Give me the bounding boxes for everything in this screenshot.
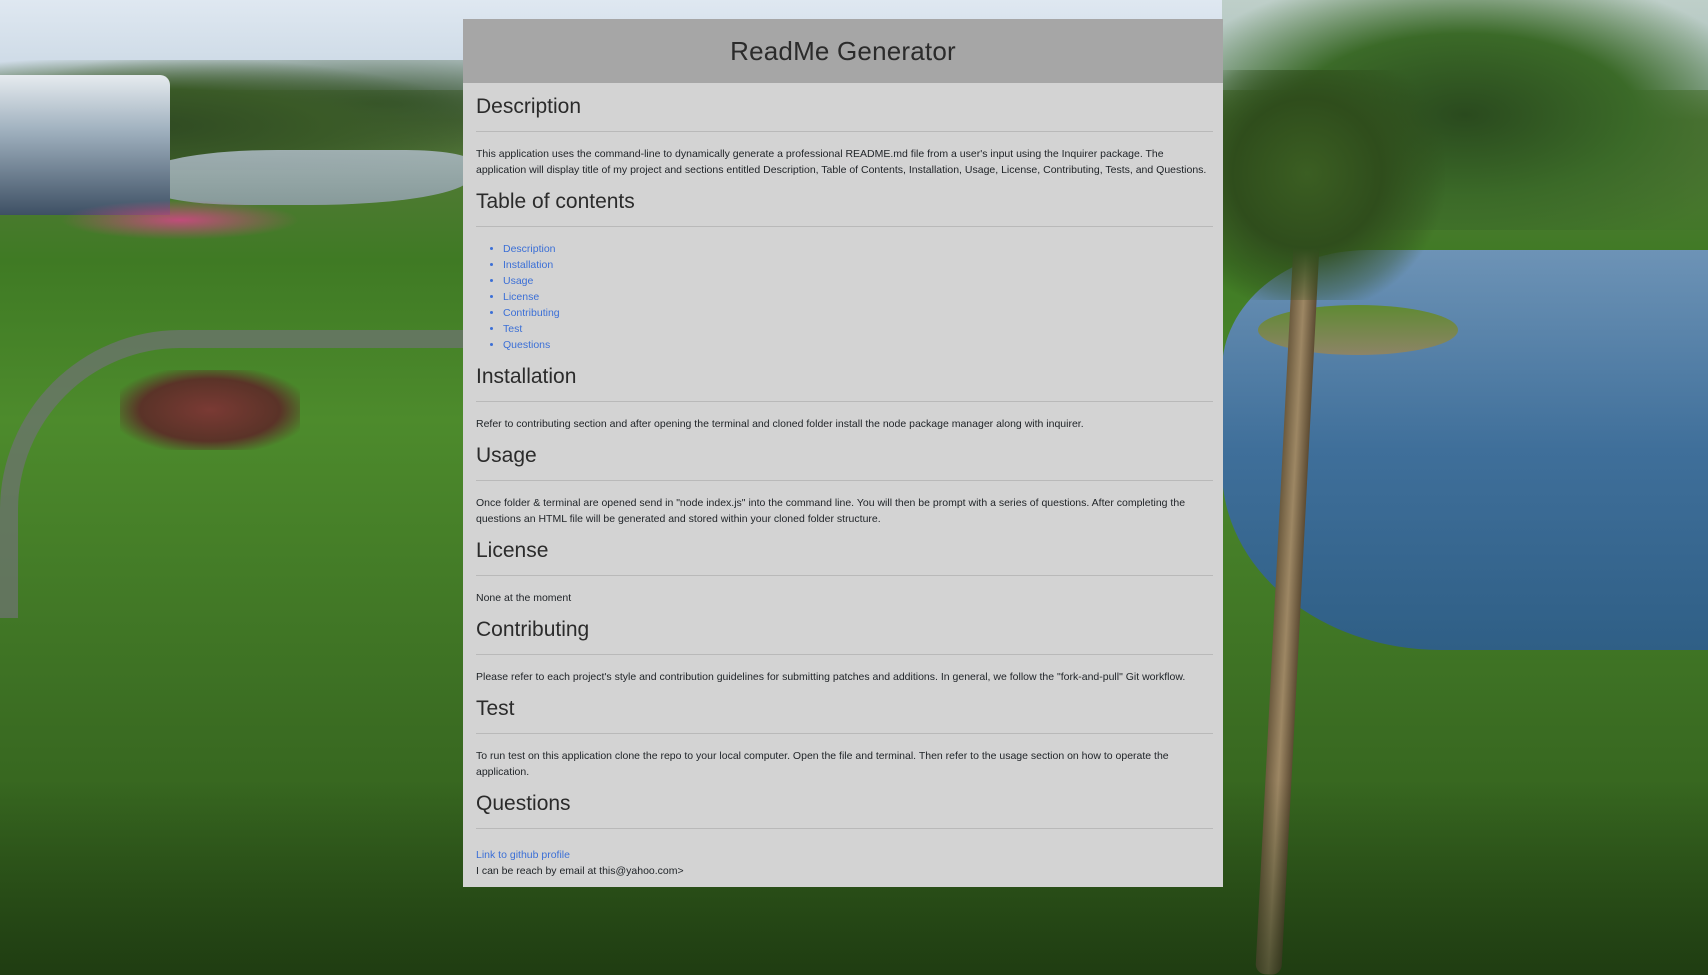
toc-link-test[interactable]: Test: [503, 323, 522, 335]
toc-link-description[interactable]: Description: [503, 243, 556, 255]
usage-section: Usage Once folder & terminal are opened …: [476, 432, 1213, 527]
contributing-section: Contributing Please refer to each projec…: [476, 606, 1213, 685]
toc-link-installation[interactable]: Installation: [503, 259, 553, 271]
toc-item: Installation: [503, 257, 1213, 273]
toc-link-usage[interactable]: Usage: [503, 275, 533, 287]
installation-heading: Installation: [476, 365, 577, 388]
github-profile-link[interactable]: Link to github profile: [476, 849, 570, 861]
background-grandstand: [0, 75, 170, 215]
readme-content: Description This application uses the co…: [463, 83, 1223, 879]
usage-text: Once folder & terminal are opened send i…: [476, 497, 1186, 525]
background-palm-crown: [1215, 70, 1445, 300]
description-divider: [476, 131, 1213, 132]
toc-item: Usage: [503, 273, 1213, 289]
toc-list: Description Installation Usage License C…: [476, 241, 1213, 353]
toc-item: Test: [503, 321, 1213, 337]
background-lake-left: [150, 150, 470, 205]
installation-text: Refer to contributing section and after …: [476, 418, 1084, 430]
toc-item: License: [503, 289, 1213, 305]
contributing-text: Please refer to each project's style and…: [476, 671, 1186, 683]
test-divider: [476, 733, 1213, 734]
questions-heading: Questions: [476, 792, 571, 815]
background-flowerbed: [60, 200, 300, 240]
test-text: To run test on this application clone th…: [476, 750, 1169, 778]
toc-item: Questions: [503, 337, 1213, 353]
readme-panel: ReadMe Generator Description This applic…: [463, 19, 1223, 887]
license-divider: [476, 575, 1213, 576]
contributing-heading: Contributing: [476, 618, 590, 641]
toc-link-questions[interactable]: Questions: [503, 339, 550, 351]
toc-divider: [476, 226, 1213, 227]
page-header: ReadMe Generator: [463, 19, 1223, 83]
license-text: None at the moment: [476, 592, 572, 604]
toc-item: Contributing: [503, 305, 1213, 321]
description-heading: Description: [476, 95, 582, 118]
license-section: License None at the moment: [476, 527, 1213, 606]
toc-link-contributing[interactable]: Contributing: [503, 307, 560, 319]
description-text: This application uses the command-line t…: [476, 148, 1207, 176]
installation-divider: [476, 401, 1213, 402]
toc-item: Description: [503, 241, 1213, 257]
background-bunker: [120, 370, 300, 450]
usage-heading: Usage: [476, 444, 537, 467]
questions-section: Questions Link to github profile I can b…: [476, 780, 1213, 879]
toc-heading: Table of contents: [476, 190, 635, 213]
page-title: ReadMe Generator: [730, 35, 956, 66]
questions-divider: [476, 828, 1213, 829]
contributing-divider: [476, 654, 1213, 655]
description-section: Description This application uses the co…: [476, 83, 1213, 178]
test-section: Test To run test on this application clo…: [476, 685, 1213, 780]
toc-section: Table of contents Description Installati…: [476, 178, 1213, 353]
license-heading: License: [476, 539, 549, 562]
toc-link-license[interactable]: License: [503, 291, 539, 303]
email-text: I can be reach by email at this@yahoo.co…: [476, 865, 684, 877]
usage-divider: [476, 480, 1213, 481]
installation-section: Installation Refer to contributing secti…: [476, 353, 1213, 432]
test-heading: Test: [476, 697, 515, 720]
